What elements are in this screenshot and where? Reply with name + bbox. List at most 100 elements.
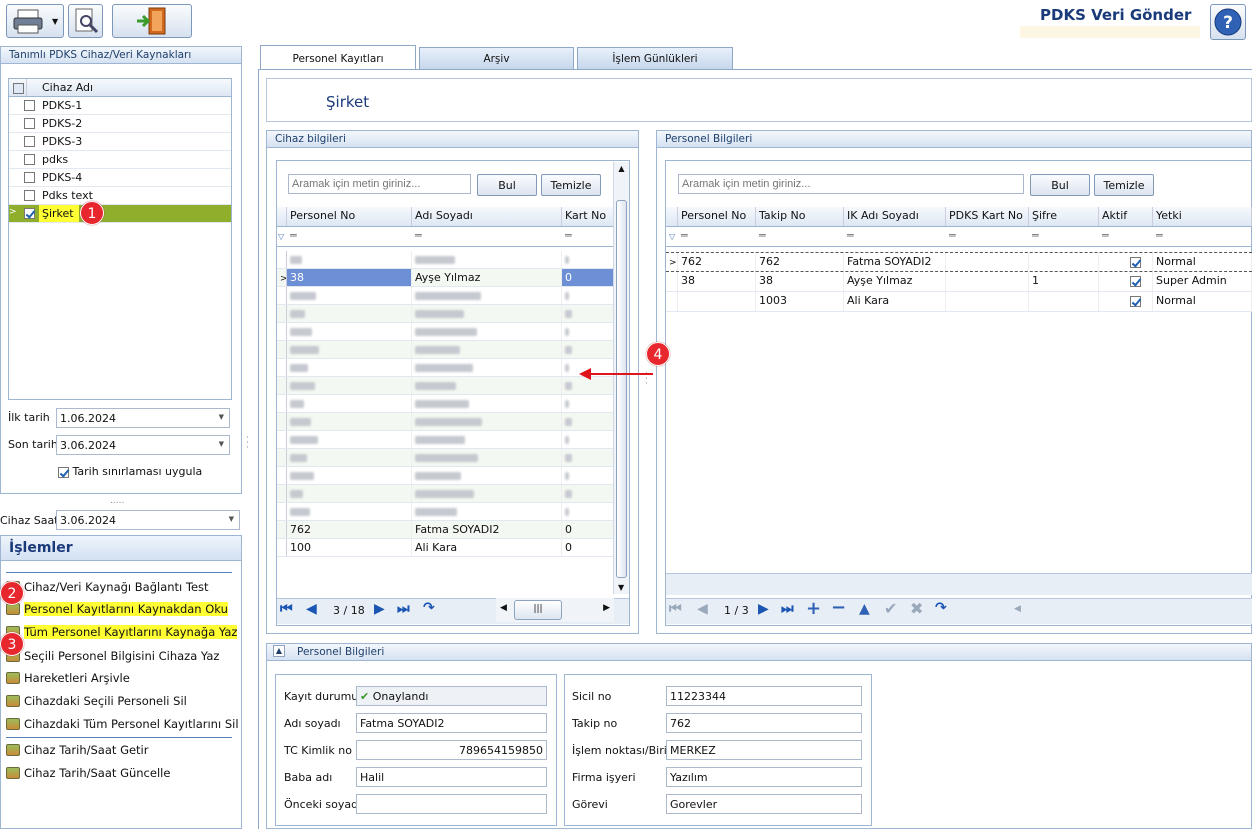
prev-surname-field[interactable] [356, 794, 547, 814]
table-row[interactable] [277, 323, 613, 341]
unit-field[interactable]: MERKEZ [666, 740, 862, 760]
scroll-left-icon[interactable]: ◀ [500, 603, 507, 613]
device-time-field[interactable]: 3.06.2024 ▼ [56, 510, 240, 530]
filter-cell[interactable]: ═ [1029, 227, 1099, 246]
device-row[interactable]: PDKS-1 [9, 97, 231, 115]
filter-cell[interactable]: ═ [756, 227, 844, 246]
refresh-icon[interactable]: ↷ [935, 600, 947, 616]
last-date-field[interactable]: 3.06.2024 ▼ [56, 435, 230, 455]
table-row[interactable] [277, 431, 613, 449]
tab-islem-gunlukleri[interactable]: İşlem Günlükleri [577, 47, 733, 69]
device-find-button[interactable]: Bul [477, 174, 537, 196]
table-row[interactable]: 1003 Ali Kara Normal [666, 292, 1252, 312]
prev-record-icon[interactable]: ◀ [306, 601, 317, 617]
father-field[interactable]: Halil [356, 767, 547, 787]
table-row[interactable] [277, 359, 613, 377]
device-clear-button[interactable]: Temizle [541, 174, 601, 196]
dropdown-icon[interactable]: ▼ [219, 440, 224, 448]
scroll-up-icon[interactable]: ▲ [614, 162, 629, 173]
device-checkbox[interactable] [24, 100, 35, 111]
op-item[interactable]: Personel Kayıtlarını Kaynakdan Oku [6, 600, 228, 618]
device-checkbox[interactable] [24, 118, 35, 129]
delete-icon[interactable]: − [831, 597, 846, 618]
table-row[interactable] [277, 485, 613, 503]
table-row[interactable] [277, 449, 613, 467]
refresh-icon[interactable]: ↷ [423, 600, 435, 616]
tab-arsiv[interactable]: Arşiv [419, 47, 574, 69]
select-all-checkbox[interactable] [13, 82, 24, 94]
device-checkbox[interactable] [24, 208, 35, 219]
person-filter-row[interactable]: ▽ ═ ═ ═ ═ ═ ═ ═ [666, 227, 1252, 247]
device-checkbox[interactable] [24, 154, 35, 165]
table-row[interactable]: 38 38 Ayşe Yılmaz 1 Super Admin [666, 272, 1252, 292]
device-row[interactable]: > Şirket [9, 205, 231, 223]
col-header[interactable]: Aktif [1099, 207, 1153, 226]
filter-cell[interactable]: ═ [1153, 227, 1252, 246]
name-field[interactable]: Fatma SOYADI2 [356, 713, 547, 733]
filter-cell[interactable]: ═ [844, 227, 946, 246]
device-checkbox[interactable] [24, 172, 35, 183]
col-header[interactable]: Personel No [678, 207, 756, 226]
person-search-input[interactable] [678, 174, 1024, 194]
scroll-right-icon[interactable]: ▶ [603, 603, 610, 613]
col-header[interactable]: Takip No [756, 207, 844, 226]
filter-cell[interactable]: ═ [1099, 227, 1153, 246]
filter-cell[interactable]: ═ [678, 227, 756, 246]
device-checkbox[interactable] [24, 190, 35, 201]
table-row[interactable] [277, 413, 613, 431]
table-row[interactable] [277, 341, 613, 359]
tc-field[interactable]: 789654159850 [356, 740, 547, 760]
scroll-left-icon[interactable]: ◀ [1014, 604, 1021, 614]
help-button[interactable]: ? [1210, 4, 1246, 40]
print-preview-button[interactable] [68, 4, 103, 38]
col-header[interactable]: PDKS Kart No [946, 207, 1029, 226]
table-row[interactable] [277, 395, 613, 413]
op-item[interactable]: Cihaz/Veri Kaynağı Bağlantı Test [6, 578, 209, 596]
device-row[interactable]: PDKS-2 [9, 115, 231, 133]
scroll-down-icon[interactable]: ▼ [618, 583, 624, 592]
prev-record-icon[interactable]: ◀ [697, 601, 708, 617]
device-search-input[interactable] [288, 174, 471, 194]
table-row[interactable] [277, 305, 613, 323]
device-row[interactable]: Pdks text [9, 187, 231, 205]
date-limit-checkbox[interactable] [58, 466, 69, 478]
device-row[interactable]: PDKS-3 [9, 133, 231, 151]
device-row[interactable]: pdks [9, 151, 231, 169]
edit-icon[interactable]: ▲ [859, 601, 870, 617]
op-item[interactable]: Cihazdaki Seçili Personeli Sil [6, 692, 187, 710]
dropdown-icon[interactable]: ▼ [229, 515, 234, 523]
table-row[interactable]: >38 Ayşe Yılmaz 0 [277, 269, 613, 287]
device-hscrollbar[interactable]: ◀ ||| ▶ [496, 598, 614, 622]
op-item[interactable]: Cihaz Tarih/Saat Güncelle [6, 764, 170, 782]
device-filter-row[interactable]: ▽ ═ ═ ═ [277, 227, 613, 247]
person-find-button[interactable]: Bul [1030, 174, 1090, 196]
op-item[interactable]: Hareketleri Arşivle [6, 669, 130, 687]
table-row[interactable]: 100 Ali Kara 0 [277, 539, 613, 557]
dropdown-icon[interactable]: ▼ [219, 413, 224, 421]
collapse-icon[interactable]: ▲ [273, 645, 285, 657]
device-checkbox[interactable] [24, 136, 35, 147]
next-record-icon[interactable]: ▶ [758, 601, 769, 617]
splitter-grip[interactable]: ..... [110, 496, 124, 506]
track-field[interactable]: 762 [666, 713, 862, 733]
active-checkbox[interactable] [1099, 272, 1153, 291]
table-row[interactable] [277, 377, 613, 395]
col-adi-soyadi[interactable]: Adı Soyadı [412, 207, 562, 226]
company-field[interactable]: Yazılım [666, 767, 862, 787]
tab-personel[interactable]: Personel Kayıtları [260, 45, 416, 71]
col-personel-no[interactable]: Personel No [287, 207, 412, 226]
op-item[interactable]: Cihazdaki Tüm Personel Kayıtlarını Sil [6, 715, 239, 733]
filter-cell[interactable]: ═ [946, 227, 1029, 246]
first-record-icon[interactable]: ⏮ [669, 601, 682, 617]
job-field[interactable]: Gorevler [666, 794, 862, 814]
col-header[interactable]: Yetki [1153, 207, 1252, 226]
scroll-thumb[interactable] [616, 200, 627, 578]
apply-icon[interactable]: ✔ [884, 599, 897, 618]
last-record-icon[interactable]: ⏭ [781, 601, 794, 617]
table-row[interactable] [277, 251, 613, 269]
active-checkbox[interactable] [1099, 253, 1153, 271]
col-header[interactable]: IK Adı Soyadı [844, 207, 946, 226]
table-row[interactable]: >762 762 Fatma SOYADI2 Normal [666, 252, 1252, 272]
table-row[interactable] [277, 503, 613, 521]
exit-button[interactable] [112, 4, 192, 38]
